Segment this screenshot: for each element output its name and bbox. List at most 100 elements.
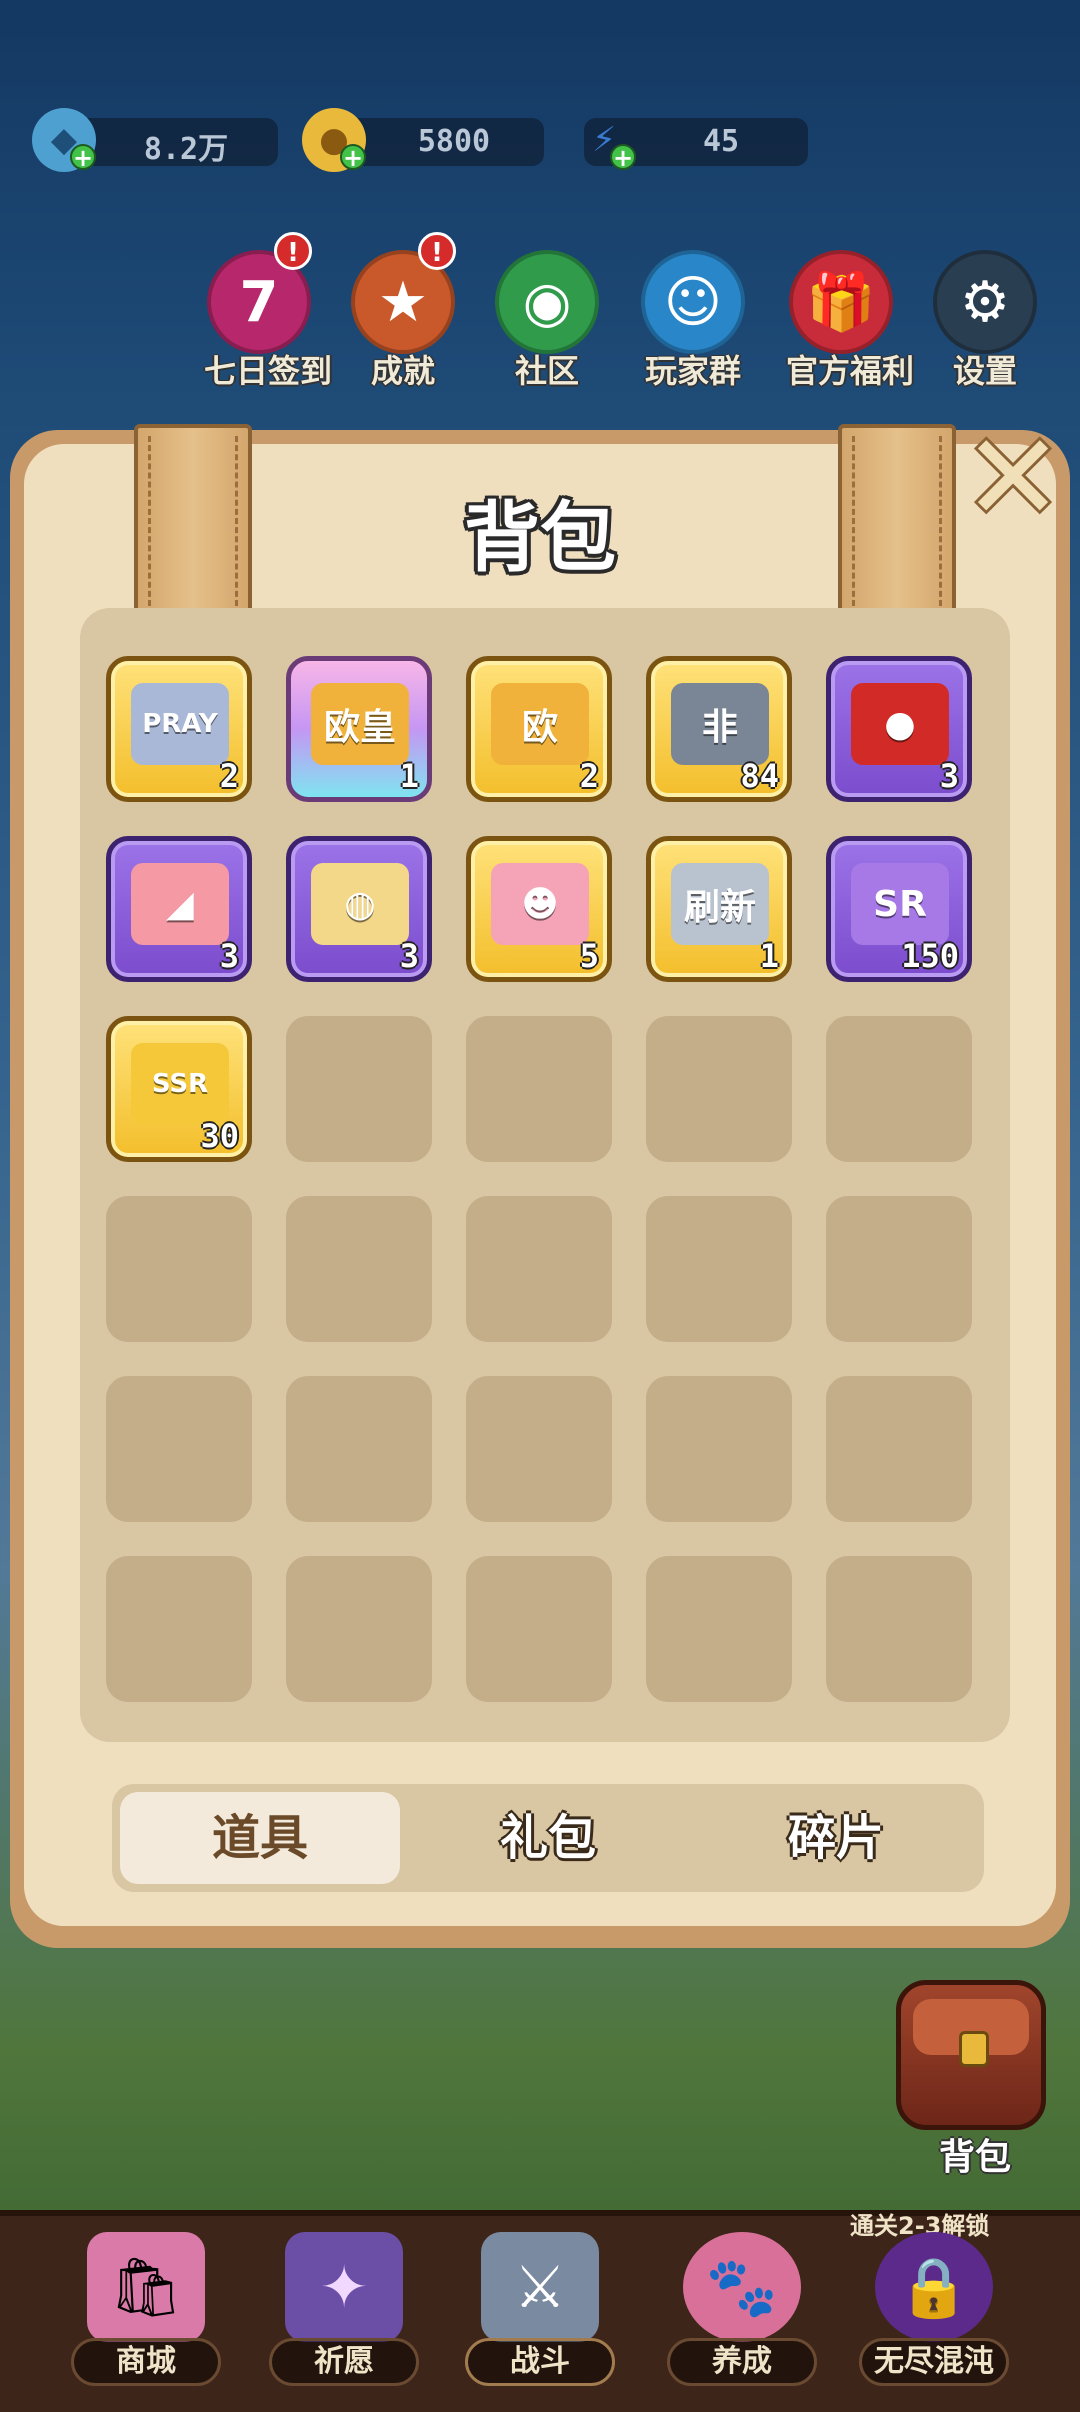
- item-slot-sr-fragment[interactable]: SR 150: [826, 836, 972, 982]
- gem-icon: ◆ +: [32, 108, 96, 172]
- nav-battle[interactable]: ⚔ 战斗: [460, 2232, 620, 2386]
- item-count: 3: [939, 757, 959, 795]
- tab-bar: 道具 礼包 碎片: [112, 1784, 984, 1892]
- card-icon: ✦: [285, 2232, 403, 2342]
- nav-endless-chaos[interactable]: 🔒 无尽混沌: [854, 2232, 1014, 2386]
- ghost-ticket-icon: ☻: [491, 863, 589, 945]
- gem-resource[interactable]: ◆ + 8.2万: [32, 108, 278, 172]
- nav-label: 商城: [71, 2338, 221, 2386]
- item-slot-fei-ticket[interactable]: 非 84: [646, 656, 792, 802]
- coin-icon: ● +: [302, 108, 366, 172]
- gem-value: 8.2万: [143, 132, 229, 167]
- empty-slot: [646, 1196, 792, 1342]
- nav-label: 无尽混沌: [859, 2338, 1009, 2386]
- lightning-icon: ⚡ +: [572, 108, 636, 172]
- item-slot-ouhuang-ticket[interactable]: 欧皇 1: [286, 656, 432, 802]
- empty-slot: [106, 1196, 252, 1342]
- empty-slot: [286, 1016, 432, 1162]
- ssr-fragment-icon: SSR: [131, 1043, 229, 1125]
- alert-badge: !: [274, 232, 312, 270]
- nav-shop[interactable]: 🛍 商城: [66, 2232, 226, 2386]
- tab-fragments[interactable]: 碎片: [696, 1792, 976, 1884]
- menu-community[interactable]: ◉ 社区: [492, 250, 602, 392]
- backpack-icon: [959, 2031, 989, 2067]
- item-count: 3: [399, 937, 419, 975]
- empty-slot: [466, 1016, 612, 1162]
- coin-resource[interactable]: ● + 5800: [302, 108, 544, 172]
- coin-value: 5800: [417, 124, 491, 159]
- energy-resource[interactable]: ⚡ + 45: [584, 118, 808, 170]
- menu-label: 成就: [370, 352, 435, 390]
- penguin-icon: ☺: [641, 250, 745, 354]
- panel-title: 背包: [464, 493, 616, 582]
- item-slot-ssr-fragment[interactable]: SSR 30: [106, 1016, 252, 1162]
- item-count: 1: [399, 757, 419, 795]
- fei-ticket-icon: 非: [671, 683, 769, 765]
- tab-items[interactable]: 道具: [120, 1792, 400, 1884]
- backpack-button[interactable]: [896, 1980, 1046, 2130]
- item-count: 2: [219, 757, 239, 795]
- plus-icon[interactable]: +: [610, 144, 636, 170]
- empty-slot: [646, 1376, 792, 1522]
- item-count: 1: [759, 937, 779, 975]
- item-slot-chips[interactable]: ◍ 3: [286, 836, 432, 982]
- item-count: 150: [901, 937, 959, 975]
- empty-slot: [106, 1376, 252, 1522]
- nav-wish[interactable]: ✦ 祈愿: [264, 2232, 424, 2386]
- paw-icon: 🐾: [683, 2232, 801, 2342]
- empty-slot: [286, 1556, 432, 1702]
- item-slot-pray-ticket[interactable]: PRAY 2: [106, 656, 252, 802]
- item-slot-ghost-ticket[interactable]: ☻ 5: [466, 836, 612, 982]
- empty-slot: [646, 1016, 792, 1162]
- tab-gift-packs[interactable]: 礼包: [408, 1792, 688, 1884]
- shop-icon: 🛍: [87, 2232, 205, 2342]
- empty-slot: [466, 1376, 612, 1522]
- menu-label: 官方福利: [786, 352, 915, 390]
- energy-value: 45: [702, 124, 740, 159]
- menu-label: 玩家群: [644, 352, 741, 390]
- nav-label: 战斗: [465, 2338, 615, 2386]
- lock-icon: 🔒: [875, 2232, 993, 2342]
- plus-icon[interactable]: +: [340, 144, 366, 170]
- item-slot-ou-ticket[interactable]: 欧2: [466, 656, 612, 802]
- backpack-label: 背包: [938, 2137, 1011, 2178]
- apple-icon: ●: [851, 683, 949, 765]
- crossed-swords-icon: ⚔: [481, 2232, 599, 2342]
- empty-slot: [826, 1376, 972, 1522]
- pray-ticket-icon: PRAY: [131, 683, 229, 765]
- empty-slot: [286, 1196, 432, 1342]
- empty-slot: [826, 1016, 972, 1162]
- gift-icon: 🎁: [789, 250, 893, 354]
- chips-icon: ◍: [311, 863, 409, 945]
- nav-nurture[interactable]: 🐾 养成: [662, 2232, 822, 2386]
- item-slot-cake[interactable]: ◢ 3: [106, 836, 252, 982]
- empty-slot: [466, 1196, 612, 1342]
- item-slot-apple[interactable]: ● 3: [826, 656, 972, 802]
- empty-slot: [646, 1556, 792, 1702]
- empty-slot: [106, 1556, 252, 1702]
- ouhuang-ticket-icon: 欧皇: [311, 683, 409, 765]
- close-icon[interactable]: ✕: [963, 419, 1064, 539]
- alert-badge: !: [418, 232, 456, 270]
- menu-label: 社区: [514, 352, 579, 390]
- plus-icon[interactable]: +: [70, 144, 96, 170]
- menu-player-group[interactable]: ☺ 玩家群: [638, 250, 748, 392]
- item-slot-refresh-ticket[interactable]: 刷新 1: [646, 836, 792, 982]
- menu-achievement[interactable]: ★ ! 成就: [348, 232, 458, 392]
- item-count: 30: [200, 1117, 239, 1155]
- menu-official-welfare[interactable]: 🎁 官方福利: [786, 250, 915, 392]
- ou-ticket-icon: 欧: [491, 683, 589, 765]
- nav-label: 养成: [667, 2338, 817, 2386]
- chat-icon: ◉: [495, 250, 599, 354]
- item-count: 3: [219, 937, 239, 975]
- menu-seven-day-signin[interactable]: 7 ! 七日签到: [204, 232, 333, 392]
- item-count: 84: [740, 757, 779, 795]
- empty-slot: [286, 1376, 432, 1522]
- refresh-ticket-icon: 刷新: [671, 863, 769, 945]
- menu-label: 七日签到: [204, 352, 333, 390]
- item-count: 2: [579, 757, 599, 795]
- cake-icon: ◢: [131, 863, 229, 945]
- menu-settings[interactable]: ⚙ 设置: [930, 250, 1040, 392]
- empty-slot: [466, 1556, 612, 1702]
- nav-label: 祈愿: [269, 2338, 419, 2386]
